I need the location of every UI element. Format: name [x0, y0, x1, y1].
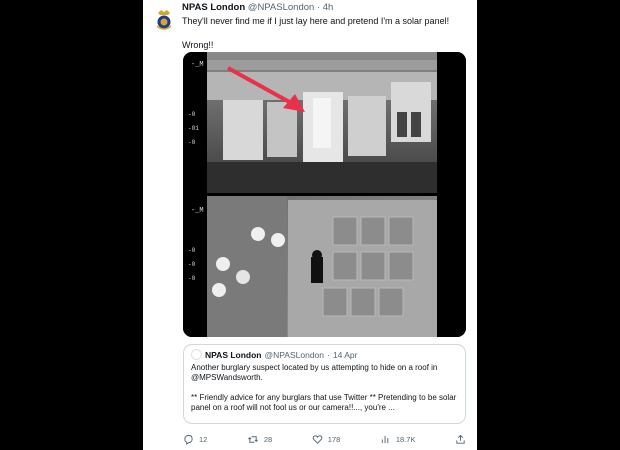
tweet-card[interactable]: NPAS London @NPASLondon · 4h They'll nev…	[143, 0, 477, 450]
timestamp[interactable]: 4h	[323, 2, 334, 13]
retweet-count: 28	[263, 434, 273, 444]
thermal-camera-image: -_M -0 -01 -0 -_M -0 -0 -0	[183, 52, 466, 337]
suspect-figure	[311, 257, 323, 283]
quote-author-name: NPAS London	[205, 349, 262, 360]
reply-icon	[184, 434, 193, 445]
tweet-media[interactable]: -_M -0 -01 -0 -_M -0 -0 -0	[183, 52, 466, 337]
quote-text: Another burglary suspect located by us a…	[191, 363, 458, 413]
separator-dot: ·	[327, 349, 330, 360]
bar-chart-icon	[381, 435, 389, 443]
quote-author-handle: @NPASLondon	[264, 349, 325, 360]
tweet-text-line: They'll never find me if I just lay here…	[182, 16, 450, 26]
overlay-tick: -01	[188, 125, 199, 132]
quote-date: 14 Apr	[332, 349, 358, 360]
overlay-tick: -0	[188, 275, 196, 282]
action-bar: 12 28 178 18.7K	[183, 432, 466, 446]
separator-dot: ·	[316, 2, 321, 13]
top-frame: -_M -0 -01 -0	[188, 52, 437, 193]
heart-icon	[312, 434, 323, 444]
overlay-tick: -0	[188, 247, 196, 254]
share-button[interactable]	[455, 434, 466, 445]
avatar[interactable]	[149, 4, 179, 34]
retweet-button[interactable]: 28	[247, 434, 272, 445]
views-count: 18.7K	[395, 434, 416, 444]
quote-text-paragraph: ** Friendly advice for any burglars that…	[191, 393, 457, 412]
overlay-tick: -0	[188, 261, 196, 268]
police-crest-icon	[150, 5, 178, 33]
author-name[interactable]: NPAS London	[182, 2, 245, 13]
quote-text-paragraph: Another burglary suspect located by us a…	[191, 363, 438, 382]
quote-header: NPAS London @NPASLondon · 14 Apr	[191, 349, 458, 360]
tweet-text-line: Wrong!!	[182, 40, 214, 50]
quote-tweet[interactable]: NPAS London @NPASLondon · 14 Apr Another…	[183, 344, 466, 424]
bottom-frame: -_M -0 -0 -0	[188, 196, 437, 337]
author-handle[interactable]: @NPASLondon	[248, 2, 315, 13]
share-icon	[456, 434, 465, 444]
svg-text:-_M: -_M	[191, 207, 204, 215]
retweet-icon	[247, 435, 258, 443]
like-count: 178	[327, 434, 341, 444]
overlay-tick: -0	[188, 111, 196, 118]
svg-text:-_M: -_M	[191, 61, 204, 69]
like-button[interactable]: 178	[312, 434, 341, 445]
quote-avatar	[191, 349, 202, 360]
tweet-header: NPAS London @NPASLondon · 4h	[182, 2, 333, 13]
reply-button[interactable]: 12	[183, 434, 207, 445]
reply-count: 12	[199, 434, 208, 444]
views-button[interactable]: 18.7K	[380, 434, 416, 445]
overlay-tick: -0	[188, 139, 196, 146]
